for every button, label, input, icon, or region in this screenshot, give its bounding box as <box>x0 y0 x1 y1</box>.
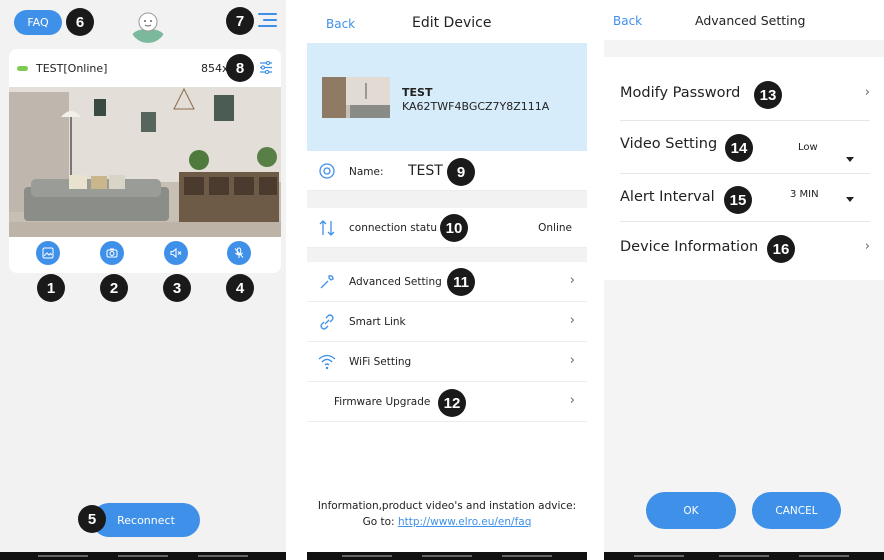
mute-speaker-button[interactable] <box>164 241 188 265</box>
callout-badge-13: 13 <box>754 81 782 109</box>
callout-badge-10: 10 <box>440 214 468 242</box>
faq-link[interactable]: http://www.elro.eu/en/faq <box>398 516 531 528</box>
callout-badge-2: 2 <box>100 274 128 302</box>
callout-badge-6: 6 <box>66 8 94 36</box>
callout-badge-1: 1 <box>37 274 65 302</box>
microphone-off-button[interactable] <box>227 241 251 265</box>
alert-interval-row[interactable]: Alert Interval 15 3 MIN <box>620 174 870 222</box>
menu-icon[interactable] <box>258 13 277 29</box>
firmware-upgrade-label: Firmware Upgrade <box>334 396 431 408</box>
page-title: Edit Device <box>412 15 492 31</box>
menu-item-wifi-setting[interactable]: WiFi Setting › <box>307 342 587 382</box>
chevron-right-icon: › <box>569 313 575 328</box>
callout-badge-3: 3 <box>163 274 191 302</box>
callout-badge-11: 11 <box>447 268 475 296</box>
advanced-setting-header: Back Advanced Setting <box>604 0 884 40</box>
wrench-icon <box>320 275 334 289</box>
baby-avatar-icon[interactable] <box>130 7 166 43</box>
callout-badge-14: 14 <box>725 134 753 162</box>
callout-badge-8: 8 <box>226 54 254 82</box>
microphone-off-icon <box>234 247 244 258</box>
edit-device-screen: Back Edit Device TEST KA62TWF4BGCZ7Y8Z11… <box>307 0 587 560</box>
camera-live-feed[interactable] <box>9 87 281 237</box>
chevron-down-icon[interactable] <box>846 197 854 202</box>
callout-badge-4: 4 <box>226 274 254 302</box>
device-information-label: Device Information <box>620 239 759 255</box>
system-nav-bar <box>0 552 286 560</box>
chevron-right-icon: › <box>569 273 575 288</box>
menu-item-smart-link[interactable]: Smart Link › <box>307 302 587 342</box>
name-value[interactable]: TEST <box>408 163 443 179</box>
camera-resolution: 854x <box>201 62 229 75</box>
online-status-dot <box>17 66 28 71</box>
callout-badge-15: 15 <box>724 186 752 214</box>
wifi-setting-label: WiFi Setting <box>349 356 412 368</box>
chevron-right-icon: › <box>569 393 575 408</box>
alert-interval-value[interactable]: 3 MIN <box>790 189 819 200</box>
camera-icon <box>106 248 118 258</box>
wifi-icon <box>318 354 336 370</box>
chevron-right-icon: › <box>569 353 575 368</box>
edit-device-header: Back Edit Device <box>307 0 587 43</box>
device-information-row[interactable]: Device Information 16 › <box>620 222 870 272</box>
device-thumbnail <box>322 77 390 118</box>
device-id: KA62TWF4BGCZ7Y8Z111A <box>402 100 550 113</box>
system-nav-bar <box>307 552 587 560</box>
video-setting-label: Video Setting <box>620 136 718 152</box>
modify-password-label: Modify Password <box>620 85 741 101</box>
ok-button[interactable]: OK <box>646 492 736 529</box>
callout-badge-12: 12 <box>438 389 466 417</box>
device-name-row[interactable]: Name: TEST 9 <box>307 151 587 191</box>
camera-title: TEST[Online] <box>36 62 108 75</box>
name-label: Name: <box>349 166 384 178</box>
section-divider <box>307 248 587 262</box>
chevron-right-icon: › <box>864 85 870 100</box>
advanced-setting-screen: Back Advanced Setting Modify Password 13… <box>604 0 884 560</box>
back-button[interactable]: Back <box>326 17 355 31</box>
section-divider <box>307 191 587 208</box>
settings-panel: Modify Password 13 › Video Setting 14 Lo… <box>604 57 884 280</box>
callout-badge-5: 5 <box>78 505 106 533</box>
connection-status-row: connection statu 10 Online <box>307 208 587 248</box>
device-name: TEST <box>402 86 433 99</box>
reconnect-button[interactable]: Reconnect <box>92 503 200 537</box>
faq-link-line: Go to: http://www.elro.eu/en/faq <box>307 514 587 530</box>
faq-button[interactable]: FAQ <box>14 10 62 35</box>
camera-card[interactable]: TEST[Online] 854x 8 <box>9 49 281 273</box>
camera-header: TEST[Online] 854x 8 <box>9 49 281 87</box>
connection-label: connection statu <box>349 222 437 234</box>
chevron-down-icon[interactable] <box>846 157 854 162</box>
back-button[interactable]: Back <box>613 14 642 28</box>
advanced-setting-label: Advanced Setting <box>349 276 442 288</box>
menu-item-firmware-upgrade[interactable]: Firmware Upgrade 12 › <box>307 382 587 422</box>
cancel-button[interactable]: CANCEL <box>752 492 841 529</box>
callout-badge-9: 9 <box>447 158 475 186</box>
goto-label: Go to: <box>362 516 395 528</box>
camera-capture-button[interactable] <box>100 241 124 265</box>
callout-badge-7: 7 <box>226 7 254 35</box>
chevron-right-icon: › <box>864 239 870 254</box>
speaker-mute-icon <box>170 247 182 259</box>
gallery-icon <box>42 247 54 259</box>
page-title: Advanced Setting <box>695 13 806 28</box>
smart-link-label: Smart Link <box>349 316 406 328</box>
modify-password-row[interactable]: Modify Password 13 › <box>620 71 870 121</box>
alert-interval-label: Alert Interval <box>620 189 715 205</box>
connection-value: Online <box>538 222 572 234</box>
live-view-screen: FAQ 6 7 TEST[Online] 854x 8 1 2 3 4 Reco… <box>0 0 286 560</box>
callout-badge-16: 16 <box>767 235 795 263</box>
video-quality-value[interactable]: Low <box>798 142 818 153</box>
video-setting-row[interactable]: Video Setting 14 Low <box>620 121 870 174</box>
info-text: Information,product video's and instatio… <box>317 500 577 512</box>
transfer-arrows-icon <box>319 220 335 236</box>
link-icon <box>320 314 334 330</box>
system-nav-bar <box>604 552 884 560</box>
settings-sliders-icon[interactable] <box>260 61 272 74</box>
device-summary: TEST KA62TWF4BGCZ7Y8Z111A <box>307 43 587 151</box>
snapshot-gallery-button[interactable] <box>36 241 60 265</box>
menu-item-advanced-setting[interactable]: Advanced Setting 11 › <box>307 262 587 302</box>
name-target-icon <box>319 163 335 179</box>
